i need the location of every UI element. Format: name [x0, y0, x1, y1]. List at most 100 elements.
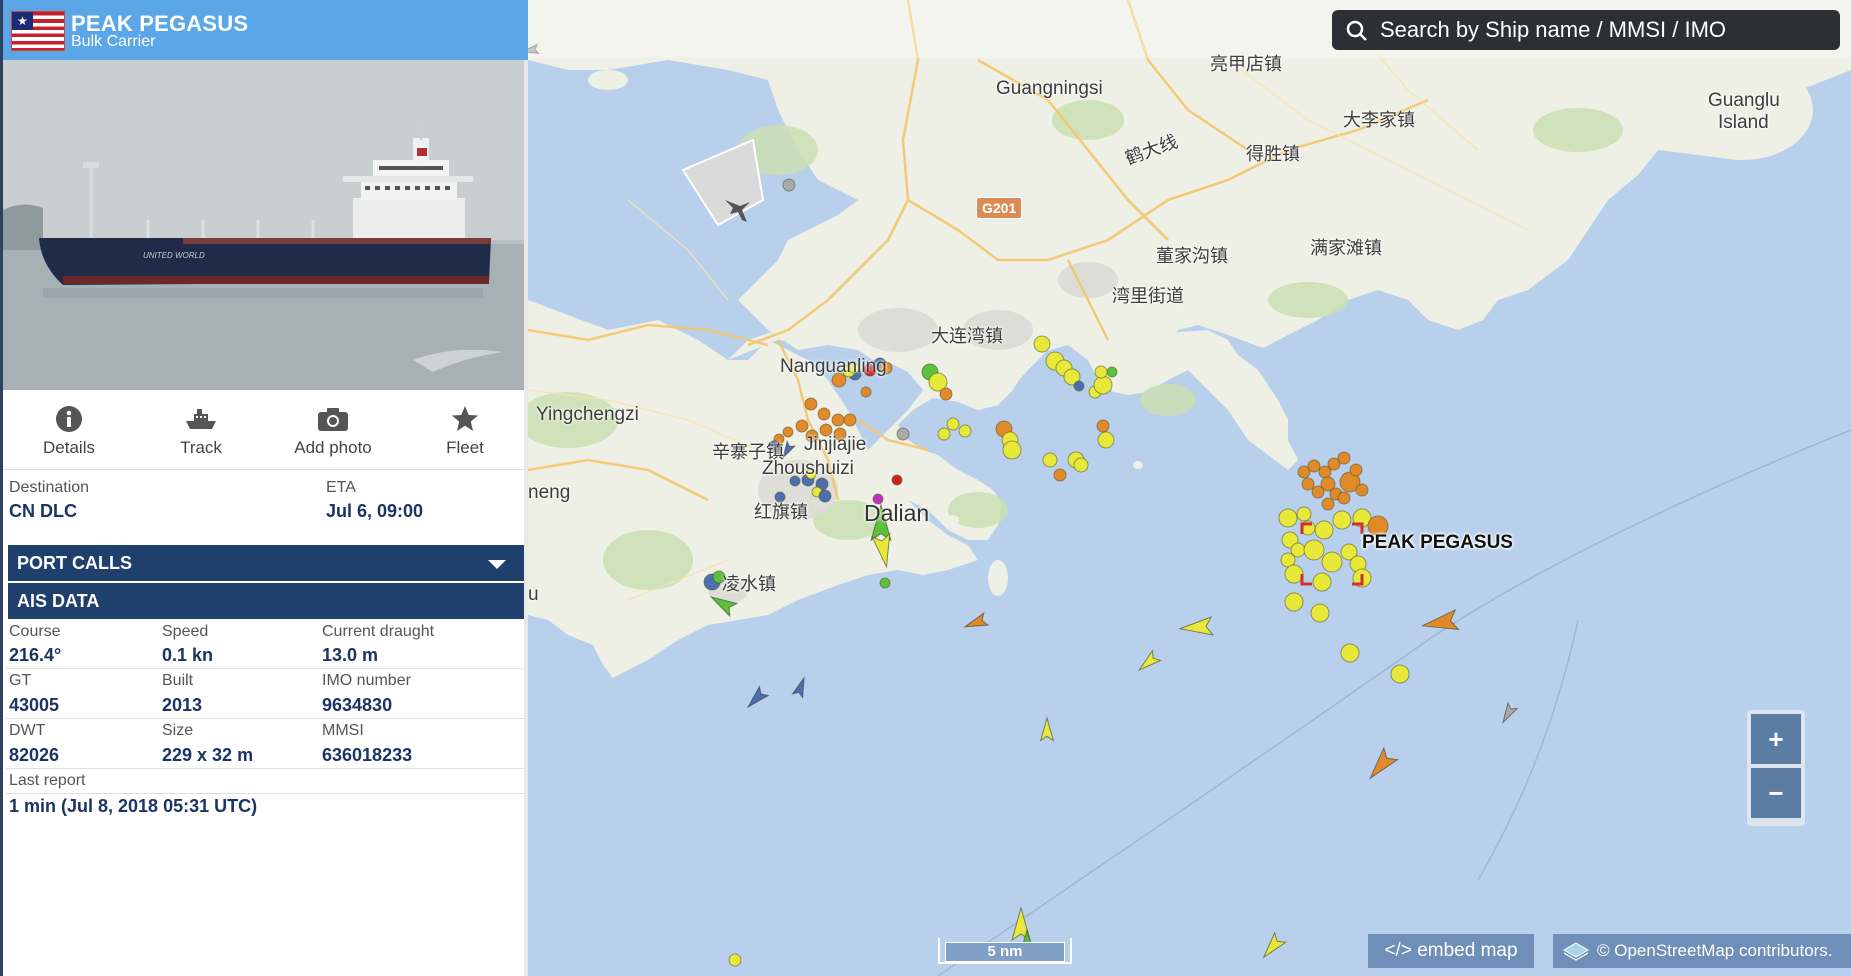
vessel-marker[interactable]	[879, 577, 891, 589]
embed-map-button[interactable]: </> embed map	[1368, 934, 1534, 968]
vessel-marker[interactable]	[782, 178, 796, 192]
vessel-marker[interactable]	[817, 407, 831, 421]
vessel-marker[interactable]	[1340, 643, 1360, 663]
vessel-heading-marker[interactable]	[963, 612, 990, 633]
map-label-lingshui: 凌水镇	[722, 574, 776, 594]
speed-value: 0.1 kn	[162, 645, 214, 665]
map-view[interactable]: Guangningsi 亮甲店镇 大李家镇 Guanglu Island 得胜镇…	[528, 0, 1851, 976]
vessel-heading-marker[interactable]	[871, 532, 895, 569]
vessel-marker[interactable]	[1278, 508, 1298, 528]
osm-attribution[interactable]: © OpenStreetMap contributors.	[1553, 934, 1851, 968]
vessel-marker[interactable]	[1002, 440, 1022, 460]
vessel-marker[interactable]	[1296, 506, 1312, 522]
vessel-marker[interactable]	[1042, 452, 1058, 468]
zoom-out-button[interactable]: −	[1751, 768, 1801, 818]
destination-label: Destination	[9, 479, 90, 496]
vessel-marker[interactable]	[1332, 510, 1352, 530]
vessel-marker[interactable]	[728, 953, 742, 967]
vessel-heading-marker[interactable]	[1420, 608, 1461, 636]
vessel-marker[interactable]	[891, 474, 903, 486]
vessel-marker[interactable]	[1096, 419, 1110, 433]
ship-header: ★ PEAK PEGASUS Bulk Carrier	[3, 0, 528, 60]
vessel-marker[interactable]	[1310, 603, 1330, 623]
track-button[interactable]: Track	[135, 390, 267, 469]
vessel-markers	[528, 43, 1519, 967]
add-photo-button[interactable]: Add photo	[267, 390, 399, 469]
vessel-marker[interactable]	[1311, 485, 1325, 499]
vessel-marker[interactable]	[1073, 380, 1085, 392]
ship-track-icon	[184, 404, 218, 434]
vessel-marker[interactable]	[1352, 568, 1372, 588]
camera-icon	[316, 404, 350, 434]
vessel-marker[interactable]	[939, 387, 953, 401]
vessel-marker[interactable]	[1314, 520, 1334, 540]
vessel-marker[interactable]	[1106, 366, 1118, 378]
size-label: Size	[162, 722, 194, 739]
vessel-marker[interactable]	[831, 413, 845, 427]
map-label-yingchengzi: Yingchengzi	[536, 404, 639, 425]
vessel-heading-marker[interactable]	[1039, 716, 1055, 742]
vessel-marker[interactable]	[1284, 592, 1304, 612]
vessel-marker[interactable]	[795, 419, 809, 433]
vessel-marker[interactable]	[1093, 375, 1113, 395]
vessel-marker[interactable]	[896, 427, 910, 441]
vessel-heading-marker[interactable]	[1135, 649, 1162, 675]
details-label: Details	[43, 438, 95, 457]
details-button[interactable]: Details	[3, 390, 135, 469]
vessel-marker[interactable]	[1337, 451, 1351, 465]
fleet-label: Fleet	[446, 438, 484, 457]
vessel-heading-marker[interactable]	[1178, 616, 1214, 638]
vessel-marker[interactable]	[1301, 477, 1315, 491]
ship-search-box	[1332, 10, 1840, 50]
vessel-heading-marker[interactable]	[1363, 746, 1400, 784]
vessel-marker[interactable]	[860, 386, 872, 398]
vessel-marker[interactable]	[782, 426, 794, 438]
app-root: ★ PEAK PEGASUS Bulk Carrier UNITED WORLD…	[0, 0, 1851, 976]
ship-photo[interactable]: UNITED WORLD	[3, 60, 528, 390]
vessel-heading-marker[interactable]	[1498, 701, 1519, 725]
vessel-marker[interactable]	[1355, 483, 1369, 497]
vessel-heading-marker[interactable]	[744, 685, 770, 712]
vessel-marker[interactable]	[1312, 572, 1332, 592]
vessel-marker[interactable]	[1337, 491, 1351, 505]
vessel-marker[interactable]	[1053, 468, 1067, 482]
ship-search-input[interactable]	[1380, 15, 1830, 45]
port-calls-header[interactable]: PORT CALLS	[8, 545, 526, 581]
vessel-marker[interactable]	[1033, 335, 1051, 353]
vessel-marker[interactable]	[1284, 564, 1304, 584]
vessel-marker[interactable]	[1073, 457, 1089, 473]
vessel-marker[interactable]	[1303, 539, 1325, 561]
vessel-marker[interactable]	[1321, 551, 1343, 573]
eta-label: ETA	[326, 479, 356, 496]
vessel-marker[interactable]	[818, 489, 832, 503]
vessel-marker[interactable]	[1390, 664, 1410, 684]
vessel-marker[interactable]	[1300, 520, 1316, 536]
port-calls-title: PORT CALLS	[17, 553, 132, 573]
vessel-marker[interactable]	[804, 397, 818, 411]
map-label-guangningsi: Guangningsi	[996, 78, 1103, 99]
map-label-dongjiagou: 董家沟镇	[1156, 246, 1228, 266]
vessel-marker[interactable]	[958, 424, 972, 438]
vessel-marker[interactable]	[1349, 463, 1363, 477]
vessel-marker[interactable]	[946, 417, 960, 431]
destination-value: CN DLC	[9, 501, 77, 521]
vessel-marker[interactable]	[843, 413, 857, 427]
draught-label: Current draught	[322, 623, 435, 640]
vessel-heading-marker[interactable]	[1258, 931, 1288, 962]
map-label-dalianwan: 大连湾镇	[931, 326, 1003, 346]
gt-label: GT	[9, 672, 32, 689]
map-label-wanli: 湾里街道	[1112, 286, 1184, 306]
zoom-in-button[interactable]: +	[1751, 714, 1801, 764]
vessel-heading-marker[interactable]	[791, 675, 809, 699]
target-ship-label[interactable]: PEAK PEGASUS	[1362, 532, 1513, 554]
vessel-marker[interactable]	[1321, 497, 1335, 511]
voyage-info: Destination ETA CN DLC Jul 6, 09:00	[6, 477, 526, 524]
map-label-hongqi: 红旗镇	[754, 502, 808, 522]
vessel-marker[interactable]	[1094, 365, 1108, 379]
fleet-button[interactable]: Fleet	[399, 390, 528, 469]
vessel-marker[interactable]	[1307, 459, 1321, 473]
vessel-marker[interactable]	[1097, 431, 1115, 449]
map-label-liangjiadian: 亮甲店镇	[1210, 54, 1282, 74]
search-icon	[1346, 20, 1368, 47]
vessel-marker[interactable]	[937, 427, 951, 441]
